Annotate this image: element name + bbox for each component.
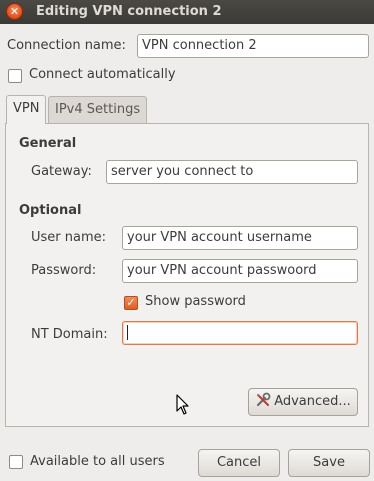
username-input[interactable]: your VPN account username — [122, 226, 358, 250]
nt-domain-label: NT Domain: — [31, 327, 108, 342]
available-to-all-users-label: Available to all users — [30, 454, 165, 469]
tab-vpn[interactable]: VPN — [6, 95, 47, 124]
gateway-label: Gateway: — [31, 164, 92, 179]
show-password-label: Show password — [145, 294, 246, 309]
connect-automatically-checkbox[interactable] — [8, 69, 22, 83]
general-heading: General — [19, 136, 77, 151]
available-to-all-users-checkbox[interactable] — [9, 455, 23, 469]
vpn-settings-panel: General Gateway: server you connect to O… — [5, 123, 369, 427]
close-icon[interactable]: ✕ — [6, 3, 23, 20]
username-label: User name: — [31, 230, 107, 245]
mouse-pointer-icon — [176, 394, 189, 415]
optional-heading: Optional — [19, 203, 82, 218]
tools-icon — [257, 392, 271, 407]
gateway-input[interactable]: server you connect to — [106, 160, 358, 184]
text-caret — [127, 325, 128, 340]
tab-ipv4-settings[interactable]: IPv4 Settings — [48, 96, 148, 123]
window-title: Editing VPN connection 2 — [36, 4, 222, 19]
connection-name-label: Connection name: — [7, 38, 126, 53]
advanced-button-label: Advanced... — [274, 394, 351, 409]
connect-automatically-label: Connect automatically — [29, 67, 176, 82]
show-password-checkbox[interactable]: ✓ — [124, 296, 138, 310]
advanced-button[interactable]: Advanced... — [248, 388, 358, 416]
connection-name-input[interactable]: VPN connection 2 — [137, 34, 369, 58]
password-label: Password: — [31, 263, 97, 278]
title-bar: ✕ Editing VPN connection 2 — [0, 0, 374, 24]
save-button[interactable]: Save — [288, 449, 370, 477]
nt-domain-input[interactable] — [122, 321, 358, 345]
cancel-button[interactable]: Cancel — [198, 449, 280, 477]
password-input[interactable]: your VPN account passwoord — [122, 259, 358, 283]
